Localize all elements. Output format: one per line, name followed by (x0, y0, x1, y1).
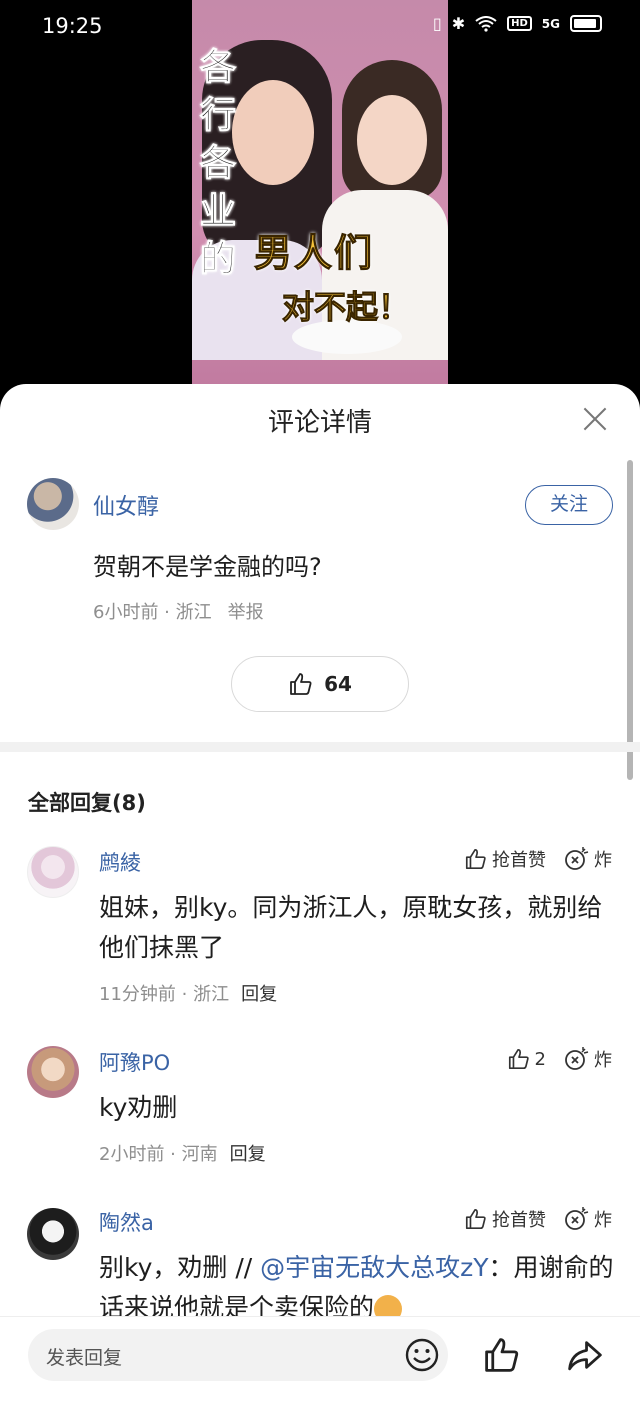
status-bar: 19:25 ▯ ✱ HD 5G (0, 0, 640, 56)
reply-actions: 抢首赞 炸 (464, 1206, 612, 1232)
video-caption-char: 的 (200, 239, 237, 281)
reply-actions: 抢首赞 炸 (464, 846, 612, 872)
section-divider (0, 742, 640, 752)
reply-input-placeholder: 发表回复 (46, 1347, 123, 1369)
reply-like-label: 抢首赞 (492, 850, 546, 871)
main-comment-time-location: 6小时前 · 浙江 (93, 602, 212, 623)
thumbs-up-icon (465, 848, 486, 870)
bottom-bar: 发表回复 (0, 1316, 640, 1422)
battery-icon (570, 15, 602, 32)
reply-bomb-button[interactable]: 炸 (564, 846, 612, 872)
main-comment-text: 贺朝不是学金融的吗? (93, 553, 322, 581)
vibrate-icon: ▯ (432, 14, 442, 33)
share-icon[interactable] (565, 1335, 605, 1375)
reply-like-count: 2 (534, 1048, 546, 1070)
reply-like-button[interactable]: 抢首赞 (464, 1206, 546, 1232)
reply-text: ky劝删 (99, 1093, 178, 1122)
emoji-icon[interactable] (404, 1337, 440, 1373)
thumbs-up-icon (508, 1048, 529, 1070)
avatar[interactable] (27, 1208, 79, 1260)
reply-bomb-button[interactable]: 炸 (564, 1046, 612, 1072)
video-caption-sub: 对不起！ (281, 288, 411, 327)
bomb-icon (565, 1207, 589, 1230)
cellular-signal-icon: 5G (541, 16, 560, 31)
bomb-icon (565, 847, 589, 870)
reply-username[interactable]: 陶然a (99, 1207, 154, 1237)
reply-bomb-label: 炸 (594, 1210, 612, 1231)
avatar[interactable] (27, 478, 79, 530)
reply-input[interactable]: 发表回复 (28, 1329, 448, 1381)
main-comment-meta: 6小时前 · 浙江 举报 (93, 598, 264, 624)
scrollbar[interactable] (627, 460, 633, 780)
video-caption-char: 行 (200, 95, 237, 137)
video-caption-main: 男人们 (253, 231, 375, 276)
avatar[interactable] (27, 846, 79, 898)
video-caption-char: 各 (200, 143, 237, 185)
bluetooth-icon: ✱ (451, 14, 466, 33)
reply-text-prefix: 别ky，劝删 // (99, 1253, 261, 1282)
main-comment-like-button[interactable]: 64 (231, 656, 409, 712)
video-person-right-face (357, 95, 427, 185)
reply-time-location: 11分钟前 · 浙江 (99, 984, 230, 1005)
report-link[interactable]: 举报 (228, 602, 264, 623)
video-person-left-face (232, 80, 314, 185)
like-count: 64 (324, 672, 352, 696)
reply-username[interactable]: 鹧綾 (99, 847, 141, 877)
video-player[interactable]: 各 行 各 业 的 男人们 对不起！ (192, 0, 448, 386)
bomb-icon (565, 1047, 589, 1070)
reply-bomb-label: 炸 (594, 1050, 612, 1071)
reply-username[interactable]: 阿豫PO (99, 1047, 170, 1077)
thumbs-up-icon (465, 1208, 486, 1230)
hd-badge: HD (507, 16, 532, 31)
close-icon[interactable] (580, 404, 610, 434)
reply-link[interactable]: 回复 (230, 1144, 266, 1165)
reply-meta: 11分钟前 · 浙江 回复 (99, 980, 277, 1006)
all-replies-header: 全部回复(8) (28, 791, 146, 815)
reply-link[interactable]: 回复 (241, 984, 277, 1005)
avatar[interactable] (27, 1046, 79, 1098)
reply-bomb-button[interactable]: 炸 (564, 1206, 612, 1232)
reply-time-location: 2小时前 · 河南 (99, 1144, 218, 1165)
reply-meta: 2小时前 · 河南 回复 (99, 1140, 266, 1166)
status-icons: ▯ ✱ HD 5G (433, 14, 602, 33)
follow-button[interactable]: 关注 (525, 485, 613, 525)
reply-like-button[interactable]: 抢首赞 (464, 846, 546, 872)
reply-text: 姐妹，别ky。同为浙江人，原耽女孩，就别给他们抹黑了 (99, 893, 603, 962)
thumbs-up-icon (290, 673, 312, 695)
mention-link[interactable]: @宇宙无敌大总攻zY (260, 1253, 488, 1282)
thumbs-up-icon[interactable] (482, 1335, 522, 1375)
wifi-icon (475, 15, 497, 32)
video-caption-char: 业 (200, 191, 237, 233)
reply-like-button[interactable]: 2 (507, 1047, 546, 1071)
reply-like-label: 抢首赞 (492, 1210, 546, 1231)
panel-title: 评论详情 (267, 408, 372, 438)
video-caption-vertical: 各 行 各 业 的 (200, 45, 244, 283)
reply-actions: 2 炸 (507, 1046, 612, 1072)
comment-detail-panel: 评论详情 仙女醇 关注 贺朝不是学金融的吗? 6小时前 · 浙江 举报 64 全部… (0, 384, 640, 1422)
main-comment-username[interactable]: 仙女醇 (93, 489, 159, 521)
reply-bomb-label: 炸 (594, 850, 612, 871)
status-time: 19:25 (42, 14, 103, 38)
